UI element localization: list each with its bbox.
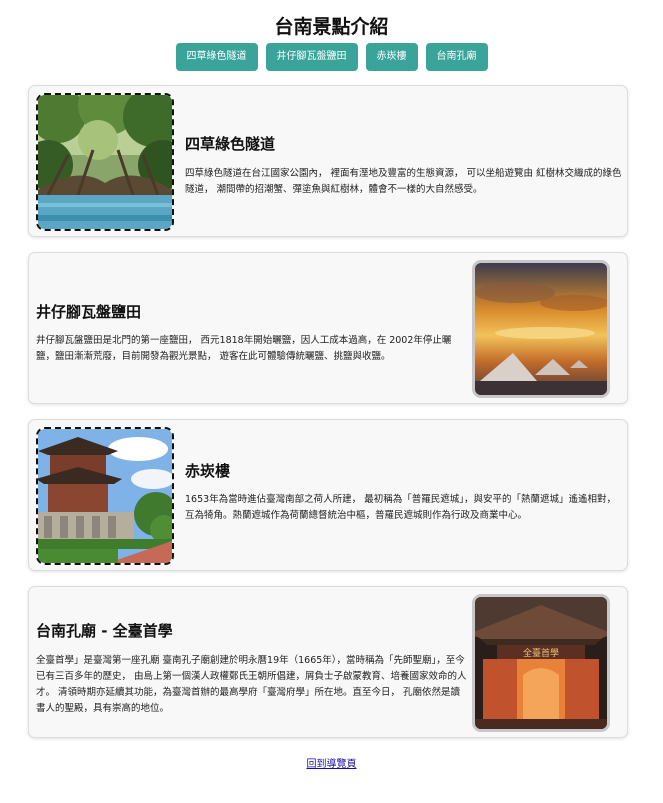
confucius-temple-gate-photo: 全臺首學 [472,594,610,732]
back-to-guide-link[interactable]: 回到導覽頁 [0,755,663,770]
attraction-card-sicao: 四草綠色隧道 四草綠色隧道在台江國家公園內， 裡面有溼地及豐富的生態資源， 可以… [28,85,628,237]
nav-button-jingzaijiao[interactable]: 井仔腳瓦盤鹽田 [265,43,358,71]
card-description-chihkan: 1653年為當時進佔臺灣南部之荷人所建， 最初稱為「普羅民遮城」，與安平的「熱蘭… [185,494,616,521]
salt-field-photo [472,260,610,398]
sicao-tunnel-photo [36,93,174,231]
nav-button-confucius-temple[interactable]: 台南孔廟 [425,43,488,71]
card-description-confucius-temple: 全臺首學」是臺灣第一座孔廟 臺南孔子廟創建於明永曆19年（1665年），當時稱為… [36,655,467,714]
card-title-jingzaijiao: 井仔腳瓦盤鹽田 [36,303,142,321]
attraction-card-chihkan: 赤崁樓 1653年為當時進佔臺灣南部之荷人所建， 最初稱為「普羅民遮城」，與安平… [28,419,628,571]
attraction-card-confucius-temple: 台南孔廟 - 全臺首學 全臺首學」是臺灣第一座孔廟 臺南孔子廟創建於明永曆19年… [28,586,628,738]
attraction-nav: 四草綠色隧道 井仔腳瓦盤鹽田 赤崁樓 台南孔廟 [0,43,663,71]
temple-plaque-text: 全臺首學 [523,647,559,659]
card-description-sicao: 四草綠色隧道在台江國家公園內， 裡面有溼地及豐富的生態資源， 可以坐船遊覽由 紅… [185,168,622,195]
card-description-jingzaijiao: 井仔腳瓦盤鹽田是北門的第一座鹽田， 西元1818年開始曬鹽，因人工成本過高，在 … [36,335,452,362]
card-title-chihkan: 赤崁樓 [185,462,231,480]
page-title: 台南景點介紹 [274,16,389,38]
card-title-confucius-temple: 台南孔廟 - 全臺首學 [36,622,173,640]
attraction-card-jingzaijiao: 井仔腳瓦盤鹽田 井仔腳瓦盤鹽田是北門的第一座鹽田， 西元1818年開始曬鹽，因人… [28,252,628,404]
chihkan-tower-photo [36,427,174,565]
nav-button-chihkan[interactable]: 赤崁樓 [365,43,418,71]
nav-button-sicao[interactable]: 四草綠色隧道 [175,43,258,71]
card-title-sicao: 四草綠色隧道 [185,135,276,153]
